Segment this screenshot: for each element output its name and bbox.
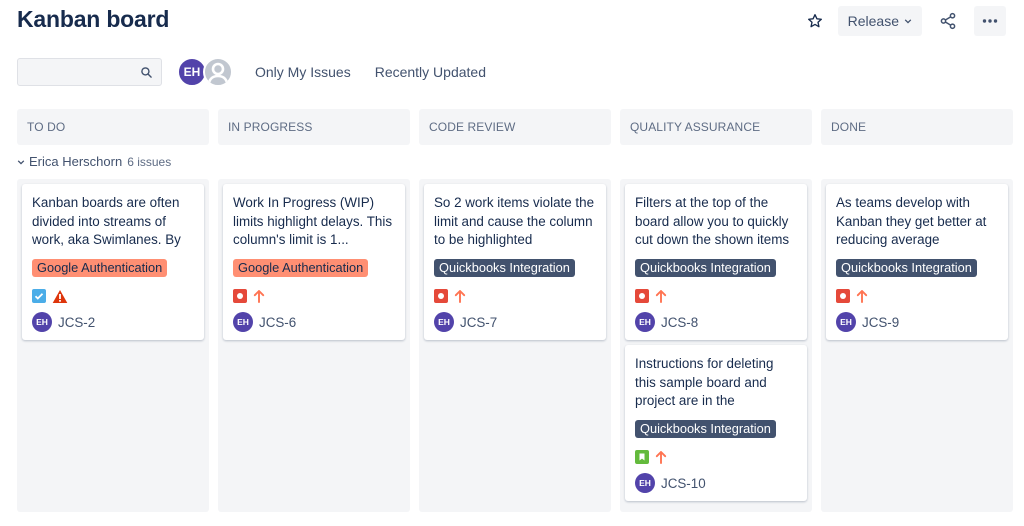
bug-icon bbox=[635, 289, 649, 303]
epic-label[interactable]: Quickbooks Integration bbox=[836, 259, 977, 277]
column-header-in-progress: IN PROGRESS bbox=[218, 109, 410, 145]
search-field[interactable] bbox=[17, 58, 162, 86]
card-footer: EH JCS-2 bbox=[32, 312, 194, 332]
card-summary: So 2 work items violate the limit and ca… bbox=[434, 195, 595, 247]
issue-card[interactable]: Instructions for deleting this sample bo… bbox=[625, 345, 807, 501]
card-summary: Filters at the top of the board allow yo… bbox=[635, 195, 790, 247]
swimlane-issue-count: 6 issues bbox=[127, 154, 172, 169]
card-summary: Instructions for deleting this sample bo… bbox=[635, 356, 774, 408]
card-summary: Kanban boards are often divided into str… bbox=[32, 195, 181, 247]
card-summary: As teams develop with Kanban they get be… bbox=[836, 195, 987, 247]
page-title: Kanban board bbox=[17, 6, 170, 32]
bug-icon bbox=[434, 289, 448, 303]
more-button[interactable] bbox=[974, 6, 1006, 36]
column-header-quality-assurance: QUALITY ASSURANCE bbox=[620, 109, 812, 145]
issue-card[interactable]: As teams develop with Kanban they get be… bbox=[826, 184, 1008, 340]
epic-label[interactable]: Google Authentication bbox=[32, 259, 168, 277]
card-icons bbox=[434, 289, 596, 303]
card-icons bbox=[836, 289, 998, 303]
issue-key[interactable]: JCS-2 bbox=[58, 315, 95, 330]
swimlane-header[interactable]: Erica Herschorn 6 issues bbox=[17, 154, 171, 169]
task-icon bbox=[32, 289, 46, 303]
card-footer: EH JCS-8 bbox=[635, 312, 797, 332]
issue-key[interactable]: JCS-9 bbox=[862, 315, 899, 330]
bug-icon bbox=[836, 289, 850, 303]
column-body-to-do: Kanban boards are often divided into str… bbox=[17, 179, 209, 512]
priority-high-icon bbox=[454, 289, 466, 303]
star-button[interactable] bbox=[799, 6, 831, 36]
issue-card[interactable]: Filters at the top of the board allow yo… bbox=[625, 184, 807, 340]
column-header-to-do: TO DO bbox=[17, 109, 209, 145]
swimlane-name: Erica Herschorn bbox=[29, 154, 123, 169]
issue-key[interactable]: JCS-8 bbox=[661, 315, 698, 330]
priority-high-icon bbox=[253, 289, 265, 303]
assignee-avatar[interactable]: EH bbox=[635, 312, 655, 332]
assignee-avatar[interactable]: EH bbox=[635, 473, 655, 493]
card-summary: Work In Progress (WIP) limits highlight … bbox=[233, 195, 393, 247]
share-button[interactable] bbox=[932, 6, 964, 36]
card-footer: EH JCS-9 bbox=[836, 312, 998, 332]
story-icon bbox=[635, 450, 649, 464]
epic-label[interactable]: Google Authentication bbox=[233, 259, 369, 277]
share-icon bbox=[940, 12, 956, 30]
assignee-avatar[interactable]: EH bbox=[32, 312, 52, 332]
chevron-down-icon bbox=[904, 19, 912, 24]
priority-high-icon bbox=[655, 450, 667, 464]
warning-icon bbox=[52, 289, 68, 304]
epic-label[interactable]: Quickbooks Integration bbox=[635, 420, 776, 438]
issue-key[interactable]: JCS-7 bbox=[460, 315, 497, 330]
user-icon bbox=[207, 62, 229, 84]
card-footer: EH JCS-10 bbox=[635, 473, 797, 493]
star-icon bbox=[807, 14, 822, 28]
card-icons bbox=[635, 450, 797, 464]
column-body-in-progress: Work In Progress (WIP) limits highlight … bbox=[218, 179, 410, 512]
bug-icon bbox=[233, 289, 247, 303]
assignee-avatar[interactable]: EH bbox=[434, 312, 454, 332]
priority-high-icon bbox=[655, 289, 667, 303]
column-body-code-review: So 2 work items violate the limit and ca… bbox=[419, 179, 611, 512]
chevron-down-icon bbox=[17, 159, 25, 165]
issue-card[interactable]: Work In Progress (WIP) limits highlight … bbox=[223, 184, 405, 340]
filter-toolbar: EH Only My Issues Recently Updated bbox=[17, 57, 486, 87]
assignee-filter: EH bbox=[177, 57, 233, 87]
column-header-done: DONE bbox=[821, 109, 1013, 145]
release-label: Release bbox=[847, 13, 899, 29]
issue-card[interactable]: So 2 work items violate the limit and ca… bbox=[424, 184, 606, 340]
epic-label[interactable]: Quickbooks Integration bbox=[635, 259, 776, 277]
assignee-avatar[interactable]: EH bbox=[836, 312, 856, 332]
more-icon bbox=[982, 19, 998, 23]
card-footer: EH JCS-6 bbox=[233, 312, 395, 332]
release-button[interactable]: Release bbox=[837, 6, 922, 36]
search-icon bbox=[141, 67, 152, 78]
card-icons bbox=[635, 289, 797, 303]
issue-card[interactable]: Kanban boards are often divided into str… bbox=[22, 184, 204, 340]
issue-key[interactable]: JCS-10 bbox=[661, 476, 706, 491]
priority-high-icon bbox=[856, 289, 868, 303]
assignee-avatar[interactable]: EH bbox=[233, 312, 253, 332]
filter-only-my-issues[interactable]: Only My Issues bbox=[255, 64, 351, 80]
card-footer: EH JCS-7 bbox=[434, 312, 596, 332]
epic-label[interactable]: Quickbooks Integration bbox=[434, 259, 575, 277]
board-actions: Release bbox=[799, 6, 1006, 36]
issue-key[interactable]: JCS-6 bbox=[259, 315, 296, 330]
column-body-quality-assurance: Filters at the top of the board allow yo… bbox=[620, 179, 812, 512]
card-icons bbox=[233, 289, 395, 303]
column-body-done: As teams develop with Kanban they get be… bbox=[821, 179, 1013, 512]
column-header-code-review: CODE REVIEW bbox=[419, 109, 611, 145]
filter-recently-updated[interactable]: Recently Updated bbox=[375, 64, 486, 80]
avatar-unassigned[interactable] bbox=[203, 57, 233, 87]
card-icons bbox=[32, 289, 194, 303]
